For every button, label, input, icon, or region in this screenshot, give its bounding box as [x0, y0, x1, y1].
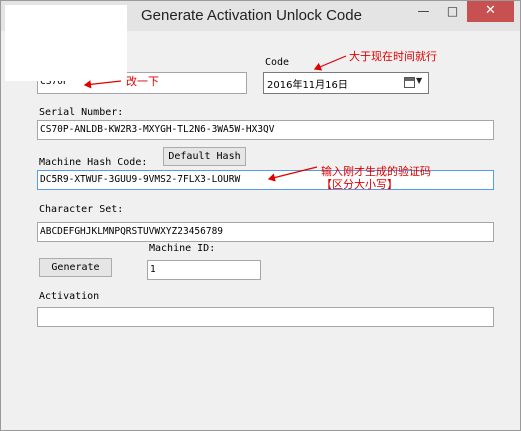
activation-dialog: Generate Activation Unlock Code — □ ✕ CS…: [0, 0, 521, 431]
arrow-to-product-code: [83, 80, 122, 89]
arrow-to-date-picker: [313, 55, 347, 71]
arrow-to-machine-hash: [267, 166, 318, 182]
annotation-arrows: [83, 55, 347, 182]
